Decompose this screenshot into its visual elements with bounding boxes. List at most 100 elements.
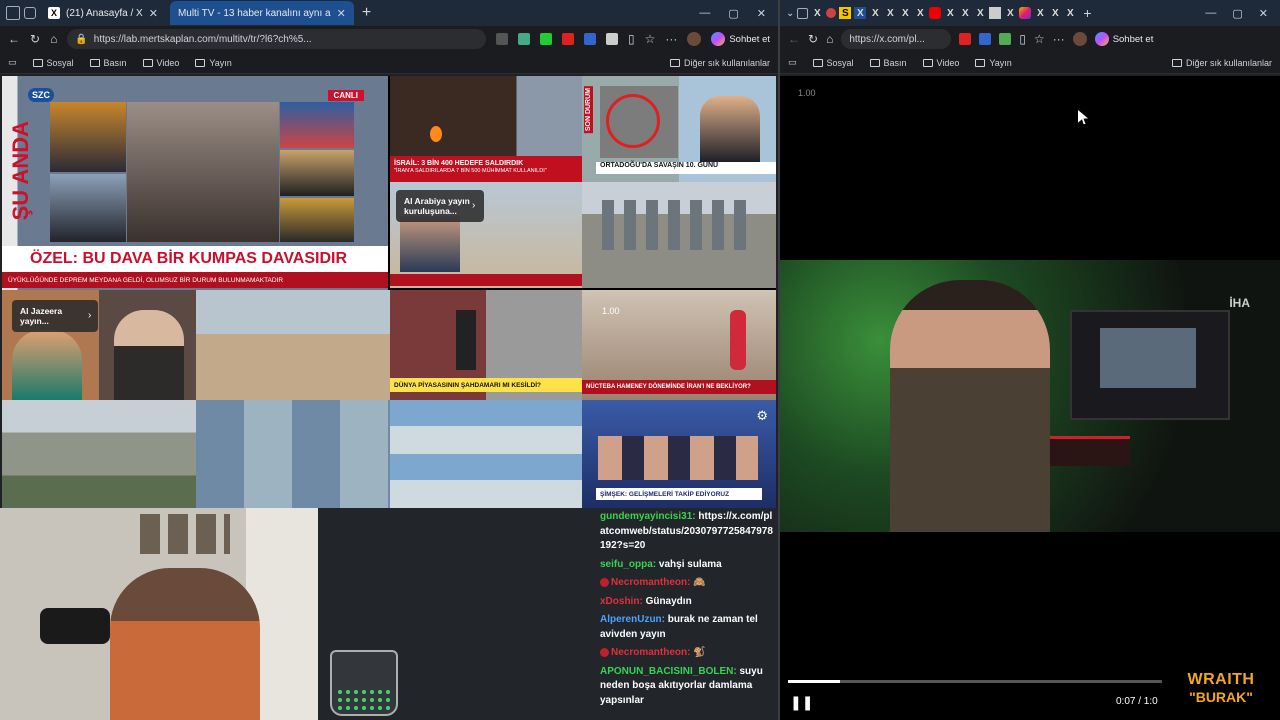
new-tab-button[interactable]: + — [1083, 5, 1091, 21]
x-logo-icon[interactable]: X — [1049, 7, 1061, 19]
close-window-icon[interactable]: ✕ — [1259, 7, 1268, 20]
x-logo-icon[interactable]: X — [1034, 7, 1046, 19]
extension-icon[interactable] — [561, 33, 574, 45]
chevron-right-icon[interactable]: › — [472, 200, 475, 211]
tile-son-durum[interactable]: SON DURUM ORTADOĞU'DA SAVAŞIN 10. GÜNÜ — [582, 76, 776, 182]
pause-button[interactable]: ❚❚ — [790, 694, 813, 711]
close-icon[interactable]: ✕ — [337, 7, 346, 20]
more-icon[interactable]: ··· — [665, 32, 677, 46]
tab-actions-icon[interactable] — [24, 7, 36, 19]
x-logo-icon[interactable]: X — [1004, 7, 1016, 19]
other-bookmarks[interactable]: Diğer sık kullanılanlar — [669, 58, 770, 68]
favorites-icon[interactable]: ☆ — [645, 32, 656, 46]
x-logo-icon[interactable]: X — [914, 7, 926, 19]
profile-avatar[interactable] — [687, 32, 702, 46]
close-window-icon[interactable]: ✕ — [757, 7, 766, 20]
tile-al-jazeera[interactable]: Al Jazeera yayın... › — [2, 290, 196, 400]
x-logo-icon[interactable]: X — [944, 7, 956, 19]
tab-multitv[interactable]: Multi TV - 13 haber kanalını aynı a ✕ — [169, 1, 354, 25]
minimize-icon[interactable]: — — [1205, 7, 1216, 20]
copilot-button[interactable]: Sohbet et — [1094, 32, 1153, 46]
tile-camera-mosaic-1[interactable] — [196, 400, 390, 508]
extension-icon[interactable] — [605, 33, 618, 45]
tile-szc[interactable]: SZC CANLI ŞU ANDA ÖZEL: BU DAVA BİR KUMP… — [2, 76, 388, 290]
split-screen-icon[interactable]: ▯ — [1019, 32, 1026, 46]
split-screen-icon[interactable]: ▯ — [628, 32, 635, 46]
x-logo-icon[interactable]: X — [1064, 7, 1076, 19]
youtube-icon[interactable] — [929, 7, 942, 19]
close-icon[interactable]: ✕ — [149, 7, 158, 20]
x-logo-icon[interactable]: X — [811, 7, 823, 19]
tab-x-home[interactable]: X (21) Anasayfa / X ✕ — [40, 1, 166, 25]
chevron-right-icon[interactable]: › — [88, 310, 91, 321]
tile-city-view[interactable] — [196, 290, 390, 400]
copilot-icon — [1094, 32, 1109, 46]
maximize-icon[interactable]: ▢ — [1232, 7, 1242, 20]
x-logo-icon[interactable]: X — [974, 7, 986, 19]
home-icon[interactable]: ⌂ — [50, 32, 57, 46]
bookmark-basin[interactable]: Basın — [89, 58, 127, 68]
extension-icon[interactable] — [959, 33, 972, 45]
extension-icon[interactable] — [999, 33, 1012, 45]
tile-simsek[interactable]: ŞİMŞEK: GELİŞMELERİ TAKİP EDİYORUZ ⚙ — [582, 400, 776, 508]
su-anda-label: ŞU ANDA — [8, 121, 33, 221]
profile-avatar[interactable] — [1072, 32, 1087, 46]
tile-camera-mosaic-2[interactable] — [390, 400, 582, 508]
al-jazeera-popup[interactable]: Al Jazeera yayın... — [12, 300, 98, 333]
popup-text: Al Jazeera yayın... — [20, 306, 63, 327]
x-logo-icon[interactable]: X — [854, 7, 867, 19]
tab-favicon-icon[interactable] — [826, 8, 837, 18]
video-player[interactable]: 1.00 İHA ❚❚ 0:07 / 1:0 WRAITH "BURAK" — [780, 76, 1280, 720]
video-frame[interactable]: İHA — [780, 260, 1280, 532]
favorites-icon[interactable]: ☆ — [1034, 32, 1045, 46]
tab-actions-icon[interactable] — [797, 7, 809, 19]
extension-icon[interactable] — [539, 33, 552, 45]
other-bookmarks[interactable]: Diğer sık kullanılanlar — [1171, 58, 1272, 68]
refresh-icon[interactable]: ↻ — [808, 32, 818, 46]
x-logo-icon[interactable]: X — [959, 7, 971, 19]
tile-skyline[interactable] — [582, 182, 776, 288]
reading-icon[interactable]: ▭ — [8, 57, 17, 68]
url-text: https://lab.mertskaplan.com/multitv/tr/?… — [93, 33, 312, 45]
address-bar[interactable]: 🔒 https://lab.mertskaplan.com/multitv/tr… — [67, 29, 486, 49]
extension-icon[interactable] — [583, 33, 596, 45]
tile-nucteba[interactable]: 1.00 NÜCTEBA HAMENEY DÖNEMİNDE İRAN'I NE… — [582, 290, 776, 400]
url-text: https://x.com/pl... — [849, 33, 925, 45]
tile-city-wide[interactable] — [2, 400, 196, 508]
tab-favicon-icon[interactable]: S — [839, 7, 852, 19]
extension-icon[interactable] — [517, 33, 530, 45]
more-icon[interactable]: ··· — [1053, 32, 1065, 46]
bookmark-sosyal[interactable]: Sosyal — [32, 58, 74, 68]
bookmark-video[interactable]: Video — [142, 58, 179, 68]
gear-icon[interactable]: ⚙ — [756, 408, 768, 424]
al-arabiya-popup[interactable]: Al Arabiya yayın kuruluşuna... — [396, 190, 484, 223]
back-icon[interactable]: ← — [8, 32, 20, 46]
bookmark-yayin[interactable]: Yayın — [195, 58, 232, 68]
tile-dunya[interactable]: DÜNYA PİYASASININ ŞAHDAMARI MI KESİLDİ? — [390, 290, 582, 400]
bookmark-basin[interactable]: Basın — [869, 58, 907, 68]
address-bar[interactable]: https://x.com/pl... — [841, 29, 952, 49]
tile-al-arabiya[interactable]: Al Arabiya yayın kuruluşuna... › — [390, 182, 582, 288]
bookmark-video[interactable]: Video — [922, 58, 959, 68]
copilot-button[interactable]: Sohbet et — [711, 32, 770, 46]
home-icon[interactable]: ⌂ — [826, 32, 833, 46]
x-logo-icon[interactable]: X — [869, 7, 881, 19]
maximize-icon[interactable]: ▢ — [728, 7, 738, 20]
x-logo-icon[interactable]: X — [899, 7, 911, 19]
bookmark-yayin[interactable]: Yayın — [975, 58, 1012, 68]
x-logo-icon[interactable]: X — [884, 7, 896, 19]
refresh-icon[interactable]: ↻ — [30, 32, 40, 46]
workspaces-icon[interactable] — [6, 6, 20, 20]
new-tab-button[interactable]: + — [362, 4, 371, 22]
back-icon[interactable]: ← — [788, 32, 800, 46]
extension-icon[interactable] — [979, 33, 992, 45]
extension-icon[interactable] — [495, 33, 508, 45]
minimize-icon[interactable]: — — [699, 7, 710, 20]
chat-text: Günaydın — [645, 595, 692, 607]
reading-icon[interactable]: ▭ — [788, 57, 797, 68]
tab-favicon-icon[interactable] — [989, 7, 1002, 19]
tile-israil[interactable]: İSRAİL: 3 BİN 400 HEDEFE SALDIRDIK "İRAN… — [390, 76, 582, 182]
instagram-icon[interactable] — [1019, 7, 1032, 19]
bookmark-sosyal[interactable]: Sosyal — [812, 58, 854, 68]
chevron-down-icon[interactable]: ⌄ — [786, 8, 794, 19]
